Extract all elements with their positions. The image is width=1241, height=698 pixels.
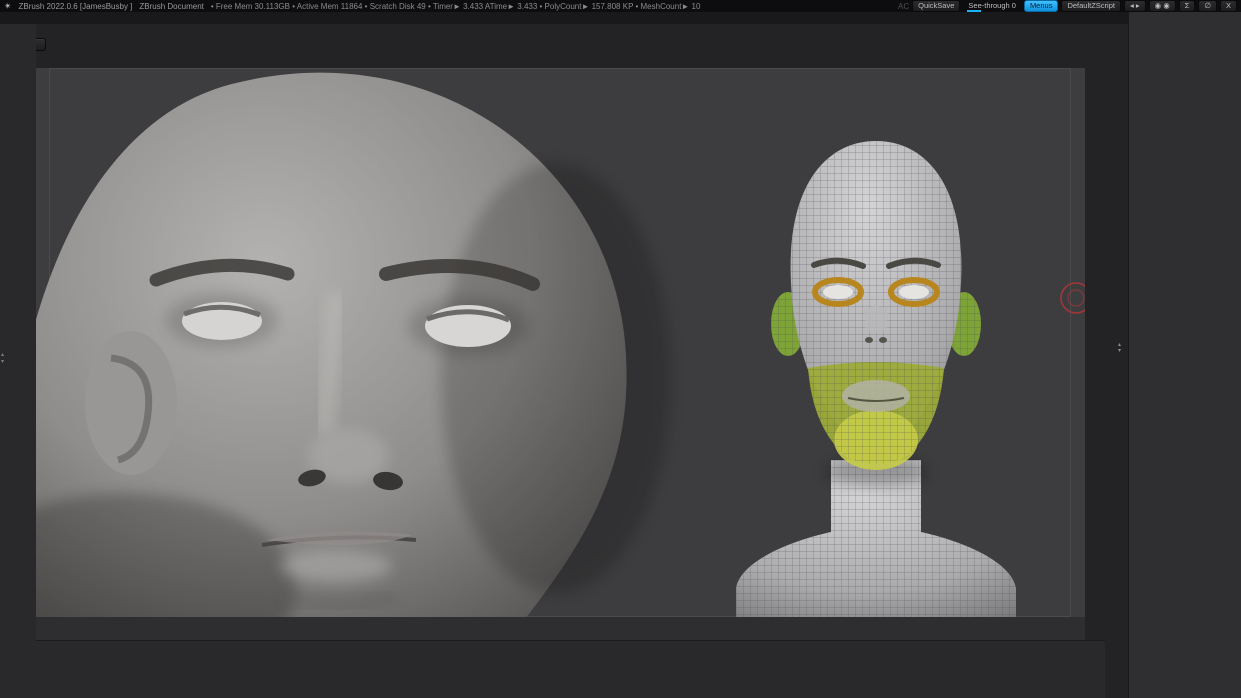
doc-title: ZBrush Document bbox=[139, 2, 203, 11]
bottom-shelf bbox=[36, 640, 1105, 698]
history-arrows-icon[interactable]: ◂ ▸ bbox=[1124, 0, 1146, 12]
canvas-scroll-arrows[interactable]: ▴▾ bbox=[1, 352, 4, 365]
ac-label: AC bbox=[898, 2, 909, 11]
menubar bbox=[0, 12, 1130, 24]
titlebar-controls: AC QuickSave See-through 0 Menus Default… bbox=[898, 0, 1237, 12]
titlebar: ✴ ZBrush 2022.0.6 [JamesBusby ] ZBrush D… bbox=[0, 0, 1241, 12]
zbrush-window: ✴ ZBrush 2022.0.6 [JamesBusby ] ZBrush D… bbox=[0, 0, 1241, 698]
sigma-button[interactable]: Σ bbox=[1179, 0, 1196, 12]
app-title: ZBrush 2022.0.6 [JamesBusby ] bbox=[19, 2, 133, 11]
document-view bbox=[36, 68, 1085, 640]
close-button[interactable]: X bbox=[1220, 0, 1237, 12]
quicksave-button[interactable]: QuickSave bbox=[912, 0, 960, 12]
memory-stats: • Free Mem 30.113GB • Active Mem 11864 •… bbox=[211, 2, 701, 11]
tool-panel bbox=[1128, 12, 1241, 698]
left-shelf: ▴▾ bbox=[0, 24, 36, 698]
viewport-canvas[interactable] bbox=[36, 68, 1085, 640]
material-scroll-arrows[interactable]: ▴▾ bbox=[1118, 342, 1121, 354]
top-shelf bbox=[48, 26, 1098, 68]
circle-slash-button[interactable]: ∅ bbox=[1198, 0, 1217, 12]
zbrush-logo-icon: ✴ bbox=[4, 1, 12, 12]
menus-toggle[interactable]: Menus bbox=[1024, 0, 1059, 12]
spin-icons[interactable]: ◉ ◉ bbox=[1149, 0, 1176, 12]
see-through-slider[interactable]: See-through 0 bbox=[963, 1, 1021, 12]
default-zscript-button[interactable]: DefaultZScript bbox=[1061, 0, 1121, 12]
